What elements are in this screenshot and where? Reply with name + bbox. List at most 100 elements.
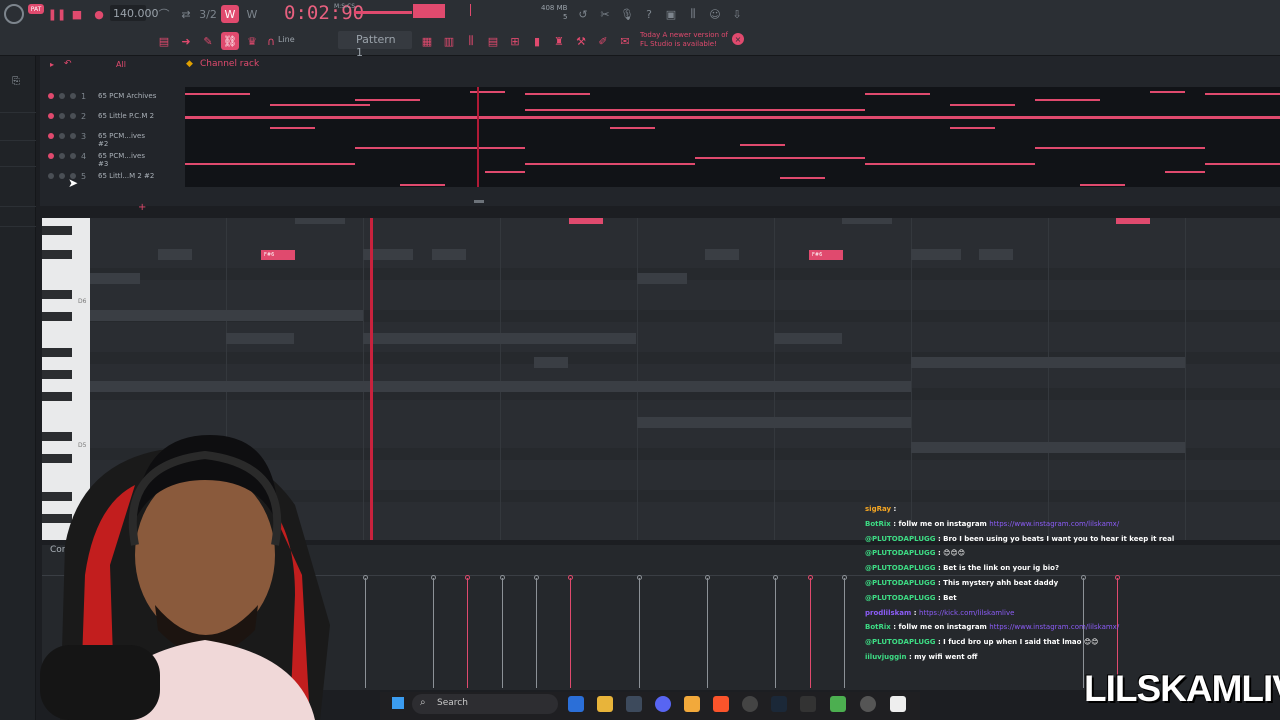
pan-knob[interactable] xyxy=(59,173,65,179)
channel-rack-icon[interactable]: ▤ xyxy=(484,32,502,50)
pen-icon[interactable]: ✐ xyxy=(594,32,612,50)
velocity-stem[interactable] xyxy=(431,575,436,688)
snap-select[interactable]: Line xyxy=(278,35,295,44)
record-button[interactable]: ● xyxy=(90,5,108,23)
step-edit-icon[interactable]: W xyxy=(221,5,239,23)
fl-logo-icon[interactable] xyxy=(4,4,24,24)
mute-led[interactable] xyxy=(48,173,54,179)
velocity-stem[interactable] xyxy=(363,575,368,688)
note-fsharp6[interactable]: F#6 xyxy=(809,250,843,260)
arrow-right-icon[interactable]: ➜ xyxy=(177,32,195,50)
mute-led[interactable] xyxy=(48,133,54,139)
app-icon[interactable] xyxy=(830,696,846,712)
pan-knob[interactable] xyxy=(59,133,65,139)
store-icon[interactable] xyxy=(626,696,642,712)
note-top[interactable] xyxy=(569,218,603,224)
black-key[interactable] xyxy=(42,226,72,235)
note-top[interactable] xyxy=(1116,218,1150,224)
metronome-icon[interactable]: ⌒ xyxy=(155,5,173,23)
velocity-stem[interactable] xyxy=(705,575,710,688)
fl-studio-taskbar-icon[interactable] xyxy=(684,696,700,712)
chat-link[interactable]: https://www.instagram.com/lilskamx/ xyxy=(989,623,1119,631)
rack-scroll-handle[interactable] xyxy=(474,200,484,203)
velocity-stem[interactable] xyxy=(568,575,573,688)
blend-notes-icon[interactable]: W xyxy=(243,5,261,23)
steam-icon[interactable] xyxy=(771,696,787,712)
pattern-selector[interactable]: Pattern 1 xyxy=(338,31,412,59)
undo-small-icon[interactable]: ↶ xyxy=(64,59,72,69)
pat-song-toggle[interactable]: PAT xyxy=(28,4,44,14)
play-button[interactable]: ❚❚ xyxy=(48,5,66,23)
velocity-stem[interactable] xyxy=(842,575,847,688)
velocity-stem[interactable] xyxy=(808,575,813,688)
channel-row[interactable]: 2 65 Little P.C.M 2 xyxy=(48,107,188,125)
countdown-icon[interactable]: 3/2 xyxy=(199,5,217,23)
mute-led[interactable] xyxy=(48,93,54,99)
obs-icon[interactable] xyxy=(742,696,758,712)
volume-knob[interactable] xyxy=(70,93,76,99)
app-icon[interactable] xyxy=(800,696,816,712)
volume-knob[interactable] xyxy=(70,133,76,139)
browser-icon[interactable]: ⊞ xyxy=(506,32,524,50)
windows-start-icon[interactable] xyxy=(392,697,404,709)
tools-icon[interactable]: ▦ xyxy=(418,32,436,50)
wrench-icon[interactable]: ⚒ xyxy=(572,32,590,50)
velocity-stem[interactable] xyxy=(534,575,539,688)
velocity-stem[interactable] xyxy=(500,575,505,688)
channel-name[interactable]: 65 PCM...ives #3 xyxy=(95,150,157,168)
loop-record-icon[interactable]: ⇄ xyxy=(177,5,195,23)
file-icon[interactable]: ▮ xyxy=(528,32,546,50)
tempo-display[interactable]: 140.000 xyxy=(110,5,159,21)
mixer-view-icon[interactable]: ⫼ xyxy=(462,32,480,50)
discord-icon[interactable] xyxy=(655,696,671,712)
chat-link[interactable]: https://kick.com/lilskamlive xyxy=(919,609,1014,617)
channel-name[interactable]: 65 PCM Archives xyxy=(95,90,157,102)
black-key[interactable] xyxy=(42,392,72,401)
help-icon[interactable]: ? xyxy=(640,5,658,23)
note-fsharp6[interactable]: F#6 xyxy=(261,250,295,260)
volume-knob[interactable] xyxy=(70,113,76,119)
brave-icon[interactable] xyxy=(713,696,729,712)
channel-row[interactable]: 1 65 PCM Archives xyxy=(48,87,188,105)
velocity-stem[interactable] xyxy=(637,575,642,688)
add-channel-icon[interactable]: + xyxy=(138,202,146,213)
volume-knob[interactable] xyxy=(70,153,76,159)
mic-icon[interactable]: 🎙 xyxy=(618,5,636,23)
black-key[interactable] xyxy=(42,250,72,259)
black-key[interactable] xyxy=(42,312,72,321)
file-explorer-icon[interactable] xyxy=(597,696,613,712)
filter-all[interactable]: All xyxy=(116,60,126,69)
download-icon[interactable]: ⇩ xyxy=(728,5,746,23)
channel-name[interactable]: 65 PCM...ives #2 xyxy=(95,130,157,148)
channel-row[interactable]: 4 65 PCM...ives #3 xyxy=(48,147,188,168)
pan-knob[interactable] xyxy=(59,93,65,99)
chat-icon[interactable]: ☺ xyxy=(706,5,724,23)
pan-knob[interactable] xyxy=(59,153,65,159)
news-close-icon[interactable]: × xyxy=(732,33,744,45)
piano-roll-icon[interactable]: ▥ xyxy=(440,32,458,50)
mute-led[interactable] xyxy=(48,153,54,159)
mute-led[interactable] xyxy=(48,113,54,119)
pan-knob[interactable] xyxy=(59,113,65,119)
black-key[interactable] xyxy=(42,290,72,299)
undo-icon[interactable]: ↺ xyxy=(574,5,592,23)
mixer-icon[interactable]: ⫼ xyxy=(684,5,702,23)
black-key[interactable] xyxy=(42,348,72,357)
arrow-left-icon[interactable]: ▸ xyxy=(50,60,54,69)
taskbar-search[interactable]: Search xyxy=(412,694,558,714)
app-icon[interactable] xyxy=(860,696,876,712)
pitch-slider[interactable] xyxy=(470,4,471,16)
master-volume-bar[interactable] xyxy=(354,11,412,14)
link-icon[interactable]: ⛓ xyxy=(221,32,239,50)
browser-icon-small[interactable]: ⎘ xyxy=(12,76,20,87)
stamp-icon[interactable]: ♛ xyxy=(243,32,261,50)
news-panel[interactable]: Today A newer version of FL Studio is ava… xyxy=(640,31,740,49)
velocity-stem[interactable] xyxy=(773,575,778,688)
draw-icon[interactable]: ✎ xyxy=(199,32,217,50)
channel-row[interactable]: 3 65 PCM...ives #2 xyxy=(48,127,188,148)
stop-button[interactable]: ■ xyxy=(68,5,86,23)
app-icon[interactable] xyxy=(890,696,906,712)
plugin-icon[interactable]: ♜ xyxy=(550,32,568,50)
copilot-icon[interactable] xyxy=(568,696,584,712)
channel-name[interactable]: 65 Littl...M 2 #2 xyxy=(95,170,157,182)
